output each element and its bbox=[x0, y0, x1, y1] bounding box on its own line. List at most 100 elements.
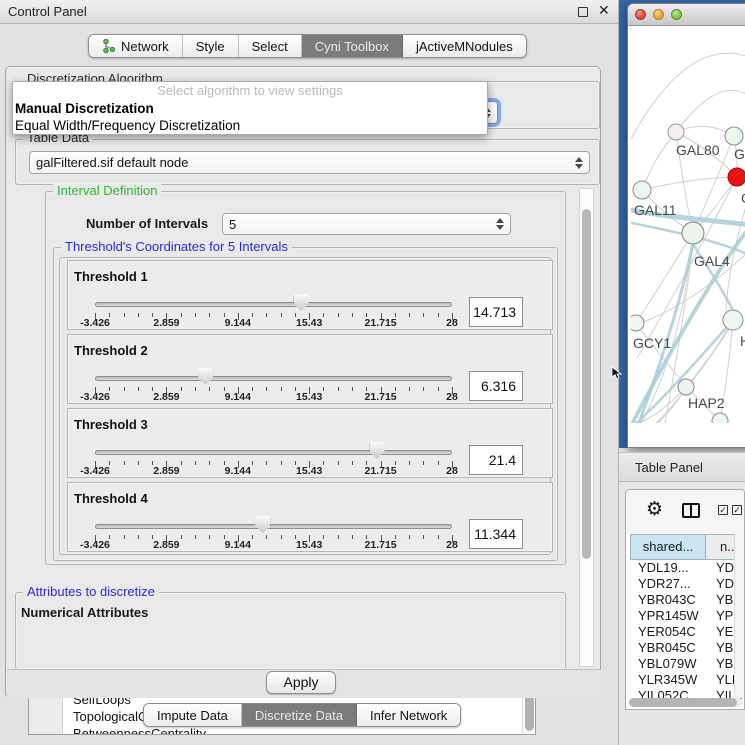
threshold-row: Threshold 1 -3.4262.8599.14415.4321.71528… bbox=[67, 260, 553, 330]
tab-network[interactable]: Network bbox=[89, 35, 183, 57]
combo-arrows-icon bbox=[575, 157, 583, 169]
network-node[interactable] bbox=[712, 413, 728, 423]
cyni-toolbox-panel: Discretization Algorithm Table Data galF… bbox=[5, 66, 601, 698]
table-cell: YER054C bbox=[630, 624, 706, 640]
slider-tick-labels: -3.4262.8599.14415.4321.71528 bbox=[95, 539, 452, 551]
float-window-icon[interactable] bbox=[578, 7, 588, 17]
network-window: GAL80GACGAL11GAL4GCY1HHAP2 bbox=[627, 3, 745, 448]
thresholds-group-label: Threshold's Coordinates for 5 Intervals bbox=[61, 240, 292, 254]
table-row[interactable]: YLR345WYLR3... bbox=[630, 672, 745, 688]
number-of-intervals-spinner[interactable]: 5 bbox=[222, 213, 511, 235]
close-icon[interactable]: ✕ bbox=[598, 2, 610, 19]
apply-button[interactable]: Apply bbox=[266, 671, 336, 694]
tab-jactivemnodules[interactable]: jActiveMNodules bbox=[403, 35, 526, 57]
dropdown-options: Manual DiscretizationEqual Width/Frequen… bbox=[13, 100, 487, 134]
gear-icon[interactable]: ⚙ bbox=[646, 499, 663, 521]
top-tab-bar: NetworkStyle Select Cyni Toolbox jActiveMNo… bbox=[88, 34, 527, 58]
threshold-value-field[interactable]: 21.4 bbox=[469, 445, 523, 475]
network-tab-icon bbox=[102, 38, 116, 54]
slider-track[interactable] bbox=[95, 524, 452, 529]
network-canvas[interactable]: GAL80GACGAL11GAL4GCY1HHAP2 bbox=[631, 26, 745, 423]
network-edge bbox=[686, 320, 733, 387]
split-view-icon[interactable] bbox=[682, 503, 700, 518]
table-cell: YLR345W bbox=[630, 672, 706, 688]
dropdown-prompt: Select algorithm to view settings bbox=[13, 82, 487, 100]
algorithm-dropdown-popup: Select algorithm to view settings Manual… bbox=[12, 81, 488, 135]
tab-cyni-toolbox[interactable]: Cyni Toolbox bbox=[302, 35, 403, 57]
threshold-value-field[interactable]: 11.344 bbox=[469, 519, 523, 549]
attributes-group bbox=[15, 592, 566, 669]
table-column-headers: shared...n... bbox=[630, 534, 745, 560]
slider-tick-labels: -3.4262.8599.14415.4321.71528 bbox=[95, 391, 452, 403]
bottom-tab-bar: Impute Data Discretize Data Infer Network bbox=[143, 703, 461, 727]
network-node-label: GAL80 bbox=[676, 142, 720, 158]
network-node[interactable] bbox=[725, 127, 743, 145]
network-node[interactable] bbox=[723, 310, 743, 330]
control-panel-window: Control Panel ✕ NetworkStyle Select Cyni T… bbox=[0, 0, 619, 745]
table-rows: YDL19...YDL1...YDR27...YDR2...YBR043CYBR… bbox=[630, 560, 745, 704]
table-panel-title: Table Panel bbox=[635, 460, 703, 475]
network-edge bbox=[642, 132, 676, 190]
threshold-value-field[interactable]: 14.713 bbox=[469, 297, 523, 327]
bottom-tab-discretize-data[interactable]: Discretize Data bbox=[242, 704, 357, 726]
network-node-label: GAL4 bbox=[694, 253, 730, 269]
network-node-label: HAP2 bbox=[688, 395, 725, 411]
threshold-row: Threshold 3 -3.4262.8599.14415.4321.71528… bbox=[67, 408, 553, 478]
bottom-tab-infer-network[interactable]: Infer Network bbox=[357, 704, 460, 726]
network-node[interactable] bbox=[682, 222, 704, 244]
network-node[interactable] bbox=[633, 181, 651, 199]
minimize-traffic-light-icon[interactable] bbox=[653, 9, 664, 20]
table-data-selected-value: galFiltered.sif default node bbox=[36, 155, 188, 170]
network-node[interactable] bbox=[728, 168, 745, 186]
window-title: Control Panel bbox=[8, 4, 87, 19]
checkbox-icon[interactable]: ✓ bbox=[732, 505, 742, 515]
table-data-combobox[interactable]: galFiltered.sif default node bbox=[29, 151, 590, 174]
slider-tick-labels: -3.4262.8599.14415.4321.71528 bbox=[95, 465, 452, 477]
column-header[interactable]: shared... bbox=[630, 534, 706, 560]
slider-track[interactable] bbox=[95, 302, 452, 307]
network-node[interactable] bbox=[678, 379, 694, 395]
network-node-label: H bbox=[740, 333, 745, 349]
checkbox-icon[interactable]: ✓ bbox=[718, 505, 728, 515]
table-vertical-scrollbar[interactable] bbox=[734, 534, 744, 698]
network-node[interactable] bbox=[668, 124, 684, 140]
slider-thumb[interactable] bbox=[198, 368, 213, 385]
table-row[interactable]: YDL19...YDL1... bbox=[630, 560, 745, 576]
network-node-label: GAL11 bbox=[634, 202, 677, 218]
threshold-value-field[interactable]: 6.316 bbox=[469, 371, 523, 401]
table-row[interactable]: YPR145WYPR1... bbox=[630, 608, 745, 624]
close-traffic-light-icon[interactable] bbox=[635, 9, 646, 20]
threshold-label: Threshold 1 bbox=[74, 269, 148, 284]
control-panel-titlebar: Control Panel ✕ bbox=[0, 0, 618, 24]
table-toolbar: ⚙ ✓ ✓ bbox=[626, 490, 744, 534]
table-cell: YDR27... bbox=[630, 576, 706, 592]
attribute-item[interactable]: BetweennessCentrality bbox=[73, 726, 206, 735]
tab-label: Cyni Toolbox bbox=[315, 39, 389, 54]
dropdown-option[interactable]: Equal Width/Frequency Discretization bbox=[13, 117, 487, 134]
table-row[interactable]: YBR043CYBR0... bbox=[630, 592, 745, 608]
dropdown-option[interactable]: Manual Discretization bbox=[13, 100, 487, 117]
slider-track[interactable] bbox=[95, 450, 452, 455]
tab-select[interactable]: Select bbox=[239, 35, 302, 57]
tab-style[interactable]: Style bbox=[183, 35, 239, 57]
table-row[interactable]: YDR27...YDR2... bbox=[630, 576, 745, 592]
slider-thumb[interactable] bbox=[255, 516, 270, 533]
slider-tick-labels: -3.4262.8599.14415.4321.71528 bbox=[95, 317, 452, 329]
threshold-row: Threshold 4-3.4262.8599.14415.4321.71528… bbox=[67, 482, 553, 552]
threshold-label: Threshold 3 bbox=[74, 417, 148, 432]
table-row[interactable]: YBR045CYBR0... bbox=[630, 640, 745, 656]
tab-label: Select bbox=[252, 39, 288, 54]
slider-thumb[interactable] bbox=[294, 294, 309, 311]
slider-thumb[interactable] bbox=[370, 442, 385, 459]
table-row[interactable]: YER054CYER0... bbox=[630, 624, 745, 640]
zoom-traffic-light-icon[interactable] bbox=[671, 9, 682, 20]
settings-scrollbar[interactable] bbox=[579, 188, 594, 667]
bottom-tab-impute-data[interactable]: Impute Data bbox=[144, 704, 242, 726]
network-node[interactable] bbox=[631, 315, 644, 331]
network-edge bbox=[631, 421, 720, 423]
tab-label: Discretize Data bbox=[255, 708, 343, 723]
table-horizontal-scrollbar[interactable] bbox=[629, 698, 743, 707]
slider-track[interactable] bbox=[95, 376, 452, 381]
network-edge bbox=[642, 177, 737, 190]
table-row[interactable]: YBL079WYBL0... bbox=[630, 656, 745, 672]
